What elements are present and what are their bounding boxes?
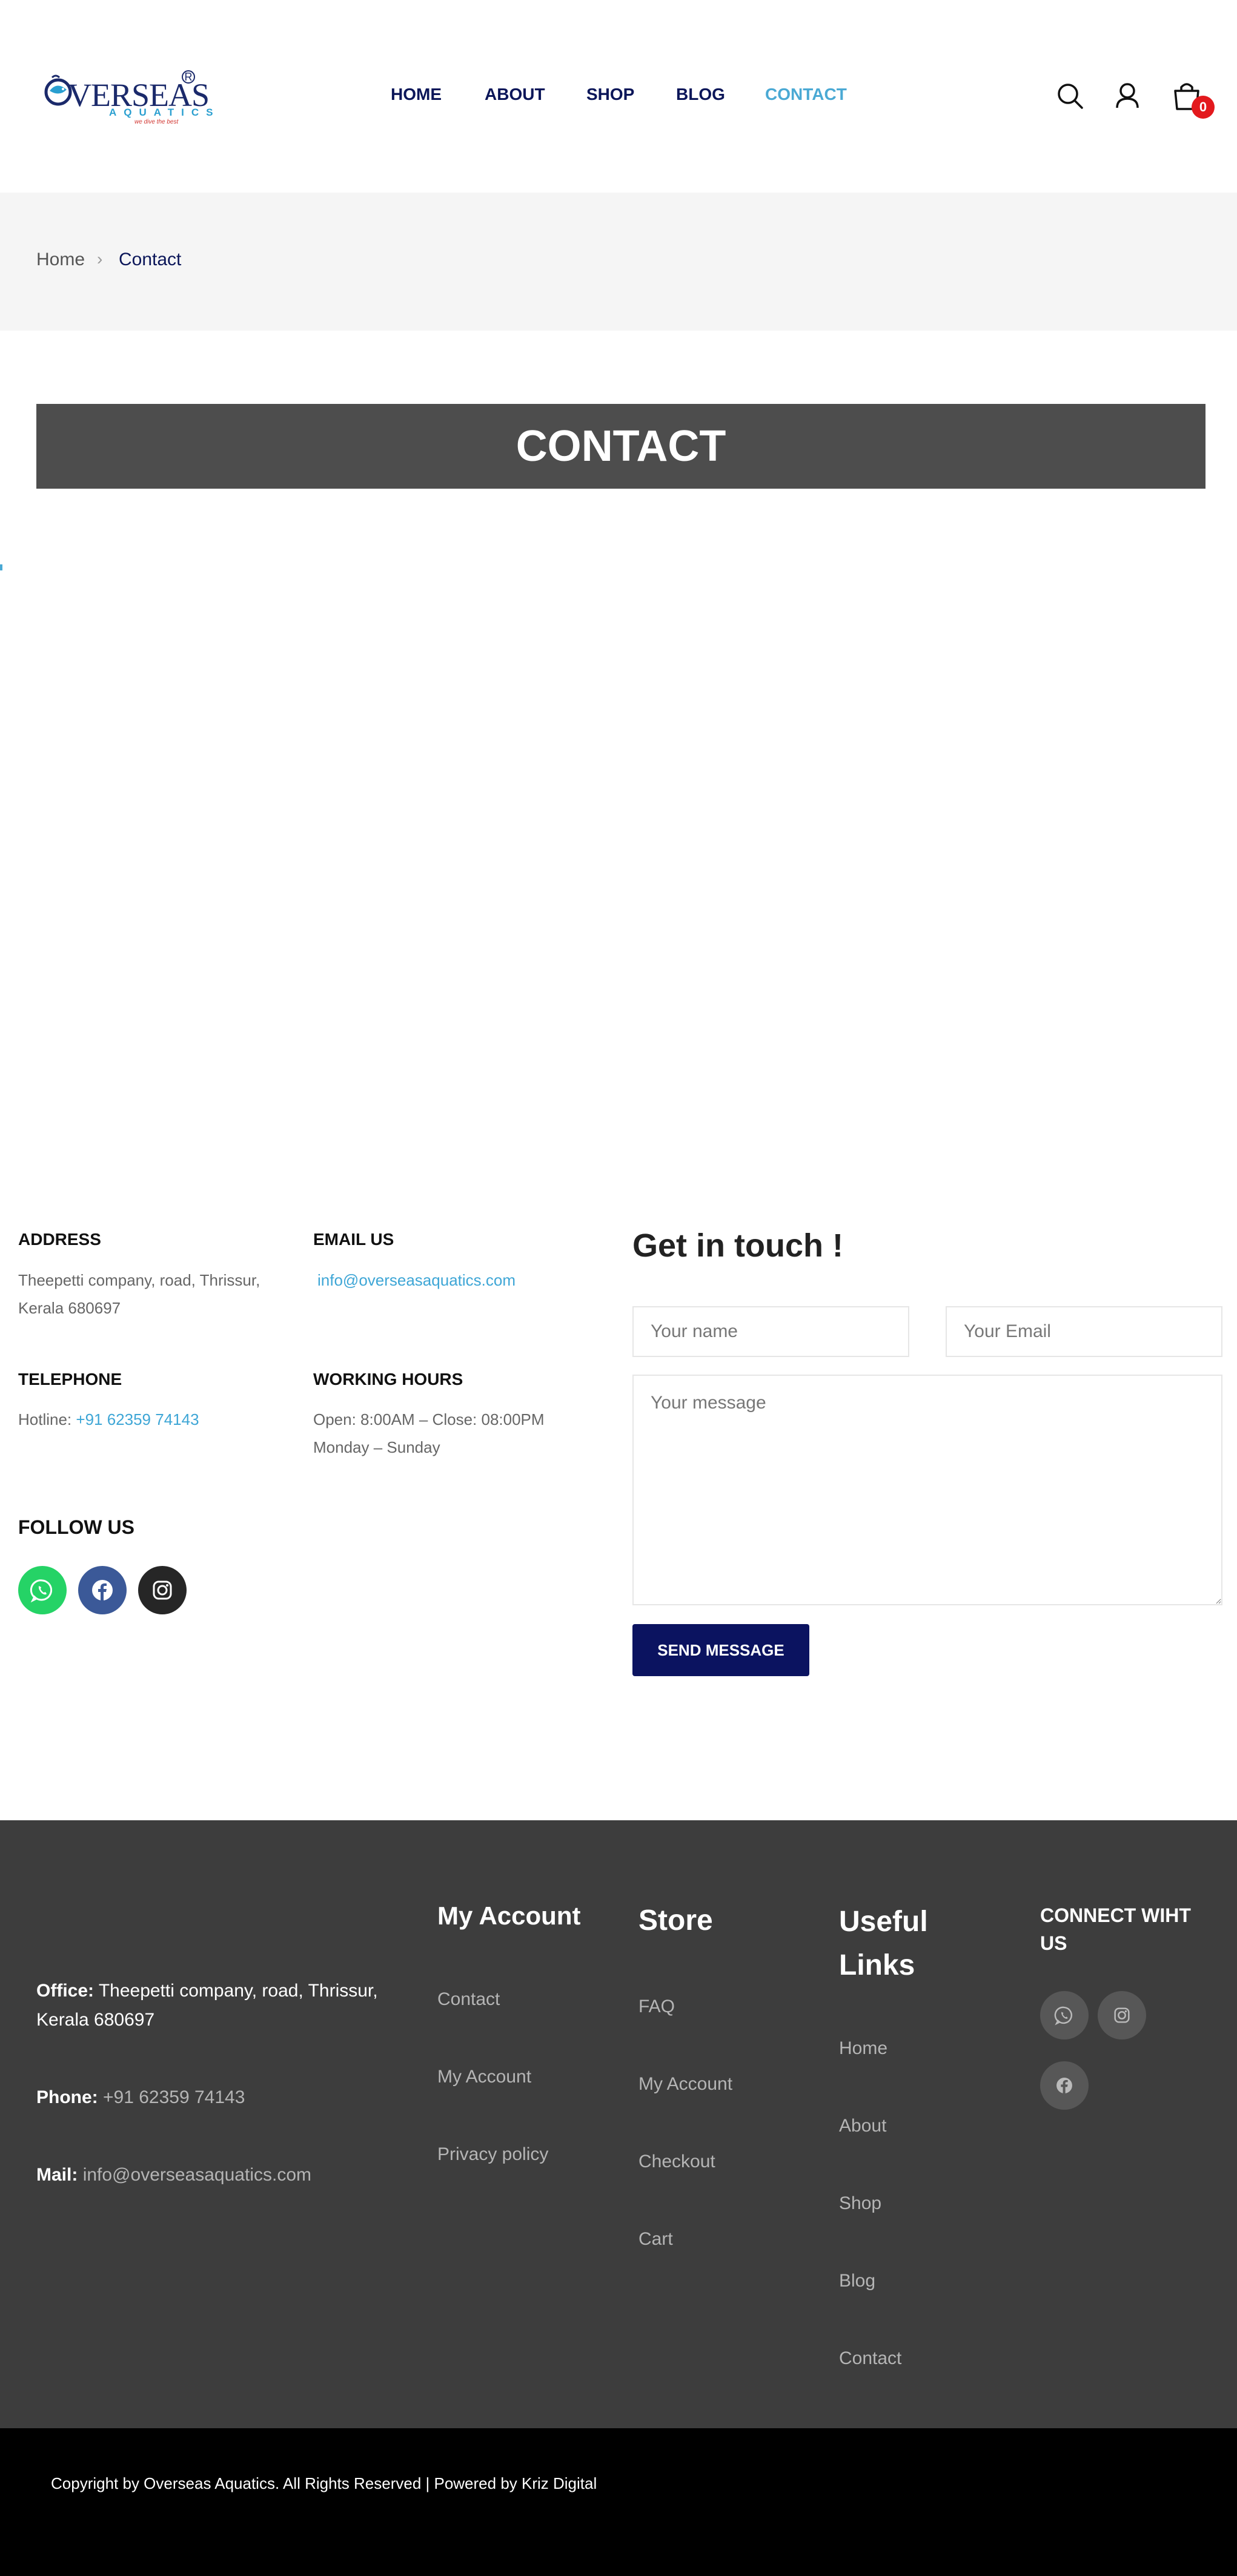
breadcrumb-home[interactable]: Home xyxy=(36,249,85,270)
footer-phone: Phone: +91 62359 74143 xyxy=(36,2083,245,2112)
nav-home[interactable]: HOME xyxy=(391,85,442,104)
facebook-icon xyxy=(1056,2078,1072,2093)
phone-value[interactable]: +91 62359 74143 xyxy=(103,2087,245,2107)
footer-link-cart[interactable]: Cart xyxy=(638,2229,673,2250)
office-line-1: Theepetti company, road, Thrissur, xyxy=(98,1981,378,2001)
footer-store-heading: Store xyxy=(638,1904,713,1937)
nav-about[interactable]: ABOUT xyxy=(485,85,545,104)
page-title-banner: CONTACT xyxy=(36,404,1205,489)
phone-label: Phone: xyxy=(36,2087,98,2107)
nav-shop[interactable]: SHOP xyxy=(586,85,634,104)
footer-link-my-account[interactable]: My Account xyxy=(437,2067,531,2087)
address-heading: ADDRESS xyxy=(18,1230,101,1249)
footer-mail: Mail: info@overseasaquatics.com xyxy=(36,2161,311,2190)
footer-link-contact[interactable]: Contact xyxy=(437,1989,500,2010)
footer-link-about[interactable]: About xyxy=(839,2116,886,2136)
telephone-heading: TELEPHONE xyxy=(18,1370,122,1389)
footer-link-contact-2[interactable]: Contact xyxy=(839,2348,901,2369)
form-title: Get in touch ! xyxy=(632,1227,843,1264)
scroll-indicator xyxy=(0,564,2,570)
breadcrumb xyxy=(0,193,1237,331)
mail-label: Mail: xyxy=(36,2165,78,2185)
copyright-bar xyxy=(0,2428,1237,2576)
footer-link-home[interactable]: Home xyxy=(839,2038,887,2059)
nav-contact[interactable]: CONTACT xyxy=(765,85,847,104)
useful-heading-line-1: Useful xyxy=(839,1906,928,1938)
instagram-icon xyxy=(153,1580,172,1600)
send-message-button[interactable]: SEND MESSAGE xyxy=(632,1624,809,1676)
name-input[interactable] xyxy=(632,1306,909,1357)
address-line-2: Kerala 680697 xyxy=(18,1299,121,1317)
email-heading: EMAIL US xyxy=(313,1230,394,1249)
footer-my-account-heading: My Account xyxy=(437,1901,581,1930)
facebook-button[interactable] xyxy=(78,1566,127,1614)
page-title: CONTACT xyxy=(516,422,726,471)
nav-blog[interactable]: BLOG xyxy=(676,85,725,104)
footer-facebook-button[interactable] xyxy=(1040,2061,1089,2110)
footer-link-store-account[interactable]: My Account xyxy=(638,2074,732,2095)
facebook-icon xyxy=(92,1580,113,1600)
footer-link-faq[interactable]: FAQ xyxy=(638,1996,675,2017)
cart-count-badge: 0 xyxy=(1192,96,1215,119)
mail-value[interactable]: info@overseasaquatics.com xyxy=(83,2165,311,2185)
user-icon[interactable] xyxy=(1111,80,1144,113)
hotline-link[interactable]: +91 62359 74143 xyxy=(76,1410,199,1428)
footer-link-checkout[interactable]: Checkout xyxy=(638,2152,715,2172)
search-icon[interactable] xyxy=(1054,80,1087,113)
hotline-label: Hotline: xyxy=(18,1410,72,1428)
message-textarea[interactable] xyxy=(632,1375,1222,1605)
connect-heading-line-1: CONNECT WIHT xyxy=(1040,1904,1191,1926)
office-label: Office: xyxy=(36,1981,95,2001)
hours-text: Open: 8:00AM – Close: 08:00PM Monday – S… xyxy=(313,1405,545,1461)
site-header: VERSEAS R AQUATICS we dive the best HOME… xyxy=(0,0,1237,193)
footer-useful-heading: Useful Links xyxy=(839,1900,928,1987)
footer-instagram-button[interactable] xyxy=(1098,1991,1146,2039)
whatsapp-button[interactable] xyxy=(18,1566,67,1614)
logo-tagline: we dive the best xyxy=(134,119,179,125)
follow-heading: FOLLOW US xyxy=(18,1516,134,1538)
email-link[interactable]: info@overseasaquatics.com xyxy=(317,1266,516,1294)
footer-connect-heading: CONNECT WIHT US xyxy=(1040,1901,1191,1957)
footer-whatsapp-button[interactable] xyxy=(1040,1991,1089,2039)
copyright-text: Copyright by Overseas Aquatics. All Righ… xyxy=(51,2474,597,2492)
whatsapp-icon xyxy=(30,1579,53,1603)
hours-heading: WORKING HOURS xyxy=(313,1370,463,1389)
instagram-icon xyxy=(1114,2007,1130,2023)
hours-line-1: Open: 8:00AM – Close: 08:00PM xyxy=(313,1410,545,1428)
instagram-button[interactable] xyxy=(138,1566,187,1614)
footer-link-blog[interactable]: Blog xyxy=(839,2271,875,2291)
hotline-text: Hotline: +91 62359 74143 xyxy=(18,1405,199,1433)
chevron-right-icon: › xyxy=(97,249,103,268)
footer-office: Office: Theepetti company, road, Thrissu… xyxy=(36,1977,378,2035)
address-line-1: Theepetti company, road, Thrissur, xyxy=(18,1271,260,1289)
connect-heading-line-2: US xyxy=(1040,1932,1067,1954)
office-line-2: Kerala 680697 xyxy=(36,2010,155,2030)
hours-line-2: Monday – Sunday xyxy=(313,1438,440,1456)
breadcrumb-current: Contact xyxy=(119,249,182,269)
useful-heading-line-2: Links xyxy=(839,1949,915,1981)
address-text: Theepetti company, road, Thrissur, Keral… xyxy=(18,1266,260,1322)
footer-link-shop[interactable]: Shop xyxy=(839,2193,881,2214)
main-nav: HOME ABOUT SHOP BLOG CONTACT xyxy=(0,85,1237,109)
registered-mark: R xyxy=(182,70,195,84)
email-input[interactable] xyxy=(946,1306,1222,1357)
whatsapp-icon xyxy=(1054,2006,1072,2026)
footer-link-privacy[interactable]: Privacy policy xyxy=(437,2144,548,2165)
